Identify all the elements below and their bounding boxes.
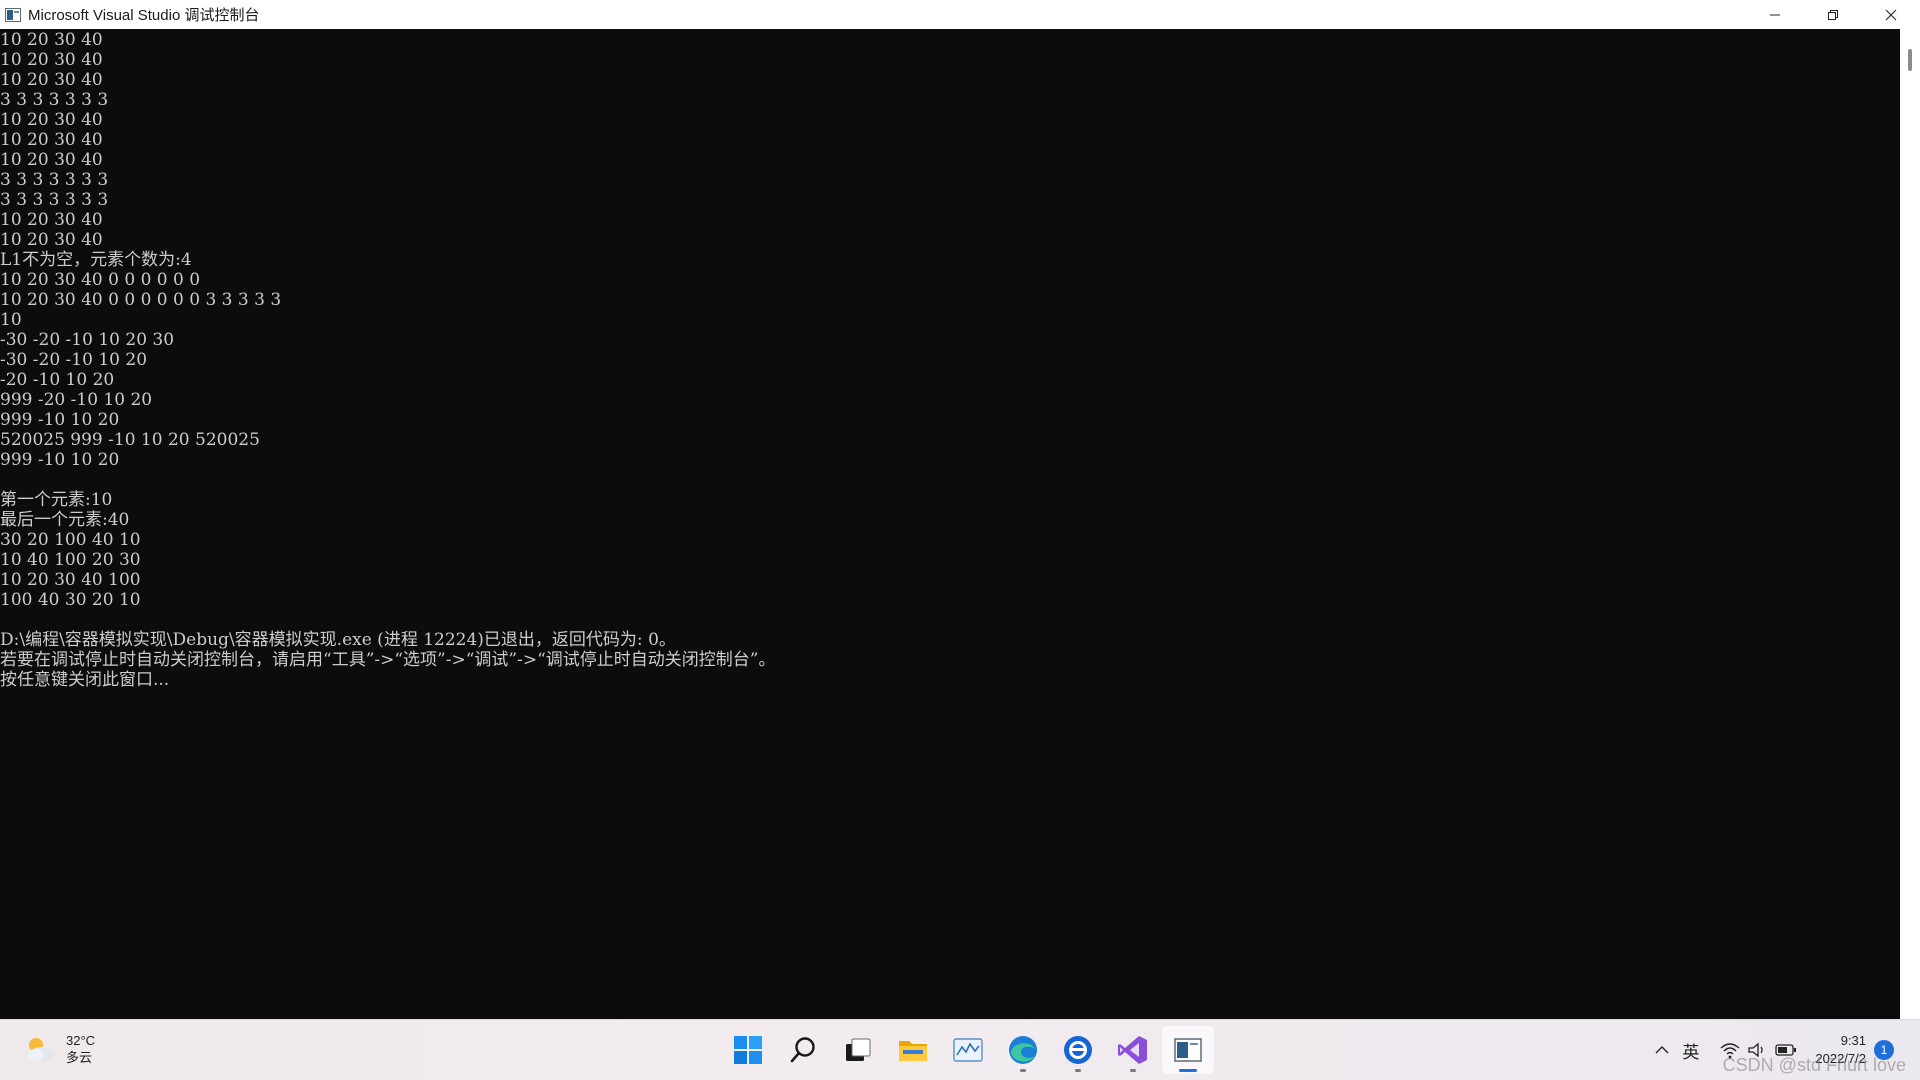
console-line: 10 20 30 40 (0, 110, 103, 130)
console-line: -30 -20 -10 10 20 30 (0, 330, 175, 350)
close-button[interactable] (1862, 0, 1920, 29)
title-bar[interactable]: Microsoft Visual Studio 调试控制台 (0, 0, 1920, 29)
qq-button[interactable] (1052, 1026, 1104, 1074)
start-icon (734, 1036, 762, 1064)
visual-studio-button[interactable] (1107, 1026, 1159, 1074)
console-app-icon (5, 7, 21, 22)
visual-studio-icon (1118, 1036, 1147, 1064)
clock-time: 9:31 (1840, 1033, 1866, 1048)
weather-condition: 多云 (66, 1050, 93, 1065)
console-line: 10 (0, 310, 22, 330)
console-line: 10 20 30 40 (0, 30, 103, 50)
file-explorer-button[interactable] (887, 1026, 939, 1074)
console-button[interactable] (1162, 1026, 1214, 1074)
edge-icon (1009, 1036, 1037, 1064)
console-line: 10 20 30 40 (0, 50, 103, 70)
console-line: 10 20 30 40 0 0 0 0 0 0 3 3 3 3 3 (0, 290, 282, 310)
console-line: 10 20 30 40 100 (0, 570, 141, 590)
console-line: 若要在调试停止时自动关闭控制台，请启用“工具”->“选项”->“调试”->“调试… (0, 650, 776, 670)
qq-running-indicator (1075, 1069, 1081, 1072)
taskbar: 32°C 多云 英 9:31 2022/7/2 1 CSDN @std Fhur… (0, 1019, 1920, 1080)
visual-studio-running-indicator (1130, 1069, 1136, 1072)
console-line: 10 20 30 40 (0, 130, 103, 150)
console-line: 按任意键关闭此窗口... (0, 670, 170, 690)
vertical-scrollbar[interactable] (1900, 29, 1920, 1019)
console-line: 3 3 3 3 3 3 3 (0, 190, 109, 210)
console-line: -20 -10 10 20 (0, 370, 115, 390)
console-icon (1174, 1038, 1202, 1062)
console-active-indicator (1179, 1069, 1197, 1072)
file-explorer-icon (899, 1041, 927, 1061)
console-line: 10 20 30 40 (0, 70, 103, 90)
console-line: D:\编程\容器模拟实现\Debug\容器模拟实现.exe (进程 12224)… (0, 630, 676, 650)
console-line: 10 40 100 20 30 (0, 550, 141, 570)
console-line: 999 -10 10 20 (0, 410, 120, 430)
console-line: 999 -20 -10 10 20 (0, 390, 153, 410)
restore-button[interactable] (1804, 0, 1862, 29)
console-line: L1不为空，元素个数为:4 (0, 250, 192, 270)
console-line: 3 3 3 3 3 3 3 (0, 90, 109, 110)
task-view-button[interactable] (832, 1026, 884, 1074)
window-controls (1746, 0, 1920, 29)
console-line: 3 3 3 3 3 3 3 (0, 170, 109, 190)
console-line: 最后一个元素:40 (0, 510, 130, 530)
console-line: 520025 999 -10 10 20 520025 (0, 430, 260, 450)
input-method-indicator[interactable]: 英 (1682, 1038, 1699, 1063)
minimize-button[interactable] (1746, 0, 1804, 29)
chevron-up-icon (1655, 1046, 1669, 1054)
console-line: 第一个元素:10 (0, 490, 113, 510)
console-line: 10 20 30 40 (0, 210, 103, 230)
task-view-icon (846, 1038, 871, 1061)
show-hidden-icons-button[interactable] (1654, 1042, 1670, 1058)
console-line: 10 20 30 40 0 0 0 0 0 0 (0, 270, 201, 290)
qq-icon (1064, 1036, 1092, 1064)
minimize-icon (1770, 14, 1780, 15)
edge-running-indicator (1020, 1069, 1026, 1072)
start-button[interactable] (722, 1026, 774, 1074)
scrollbar-thumb[interactable] (1908, 49, 1912, 71)
taskbar-apps (722, 1026, 1217, 1074)
console-line: 10 20 30 40 (0, 230, 103, 250)
watermark: CSDN @std Fhurt love (1722, 1055, 1906, 1075)
close-icon (1885, 9, 1897, 20)
weather-temperature: 32°C (66, 1033, 96, 1048)
partly-cloudy-icon (22, 1034, 58, 1064)
edge-button[interactable] (997, 1026, 1049, 1074)
performance-monitor-icon (953, 1038, 983, 1062)
console-line: -30 -20 -10 10 20 (0, 350, 148, 370)
console-line: 10 20 30 40 (0, 150, 103, 170)
search-button[interactable] (777, 1026, 829, 1074)
performance-monitor-button[interactable] (942, 1026, 994, 1074)
console-line: 100 40 30 20 10 (0, 590, 141, 610)
restore-icon (1828, 9, 1838, 20)
console-line: 30 20 100 40 10 (0, 530, 141, 550)
console-line: 999 -10 10 20 (0, 450, 120, 470)
window-title: Microsoft Visual Studio 调试控制台 (28, 7, 260, 24)
weather-widget[interactable]: 32°C 多云 (22, 1032, 95, 1066)
console-output[interactable]: 10 20 30 40 10 20 30 40 10 20 30 40 3 3 3 3… (0, 29, 1900, 1019)
search-icon (790, 1037, 815, 1063)
